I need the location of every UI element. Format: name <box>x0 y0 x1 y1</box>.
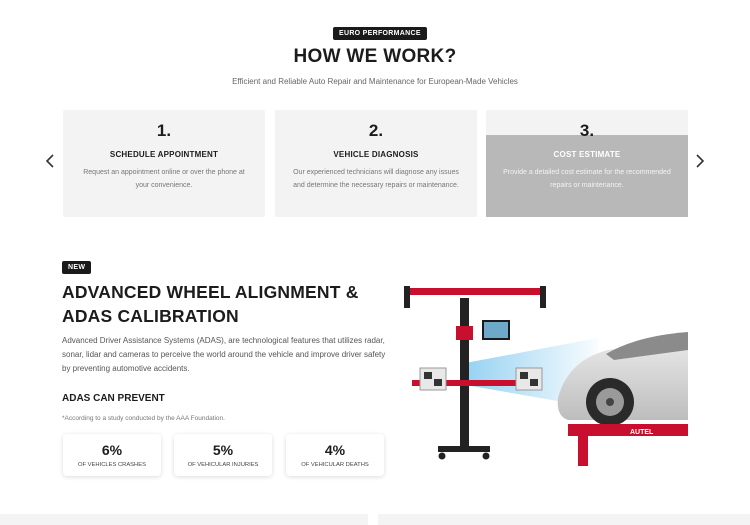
step-card-diagnosis: 2. VEHICLE DIAGNOSIS Our experienced tec… <box>275 110 477 217</box>
chevron-right-icon <box>696 154 705 168</box>
carousel-prev-button[interactable] <box>43 154 57 170</box>
adas-prevent-heading: ADAS CAN PREVENT <box>62 393 165 404</box>
stat-label: OF VEHICULAR DEATHS <box>301 462 369 468</box>
stat-value: 4% <box>324 442 346 458</box>
step-title: COST ESTIMATE <box>553 150 621 159</box>
stat-label: OF VEHICULAR INJURIES <box>187 462 259 468</box>
next-section-edge <box>0 514 750 525</box>
stat-value: 5% <box>212 442 234 458</box>
carousel-next-button[interactable] <box>693 154 707 170</box>
step-number: 1. <box>156 121 172 140</box>
step-number: 3. <box>579 121 595 140</box>
adas-description: Advanced Driver Assistance Systems (ADAS… <box>62 336 386 373</box>
step-description: Provide a detailed cost estimate for the… <box>503 169 671 189</box>
stat-card-deaths: 4% OF VEHICULAR DEATHS <box>286 434 384 476</box>
calibration-illustration: AUTEL <box>404 286 688 466</box>
stat-value: 6% <box>101 442 123 458</box>
step-card-schedule: 1. SCHEDULE APPOINTMENT Request an appoi… <box>63 110 265 217</box>
step-title: VEHICLE DIAGNOSIS <box>333 150 419 159</box>
page-title: HOW WE WORK? <box>293 46 457 67</box>
divider <box>368 514 378 525</box>
step-description: Our experienced technicians will diagnos… <box>293 169 459 189</box>
stat-card-injuries: 5% OF VEHICULAR INJURIES <box>174 434 272 476</box>
step-description: Request an appointment online or over th… <box>83 169 245 189</box>
lift-brand-label: AUTEL <box>630 429 654 436</box>
adas-calibration-image: AUTEL <box>398 268 688 470</box>
new-badge: NEW <box>62 261 92 274</box>
stat-card-crashes: 6% OF VEHICLES CRASHES <box>63 434 161 476</box>
adas-heading: ADVANCED WHEEL ALIGNMENT & ADAS CALIBRAT… <box>62 282 359 326</box>
step-card-estimate[interactable]: 3. COST ESTIMATE Provide a detailed cost… <box>486 110 688 217</box>
adas-footnote: *According to a study conducted by the A… <box>62 415 225 422</box>
euro-performance-badge: EURO PERFORMANCE <box>333 27 427 40</box>
stat-label: OF VEHICLES CRASHES <box>78 462 146 468</box>
chevron-left-icon <box>45 154 54 168</box>
step-title: SCHEDULE APPOINTMENT <box>109 150 219 159</box>
step-number: 2. <box>368 121 384 140</box>
page-subtitle: Efficient and Reliable Auto Repair and M… <box>232 77 518 86</box>
